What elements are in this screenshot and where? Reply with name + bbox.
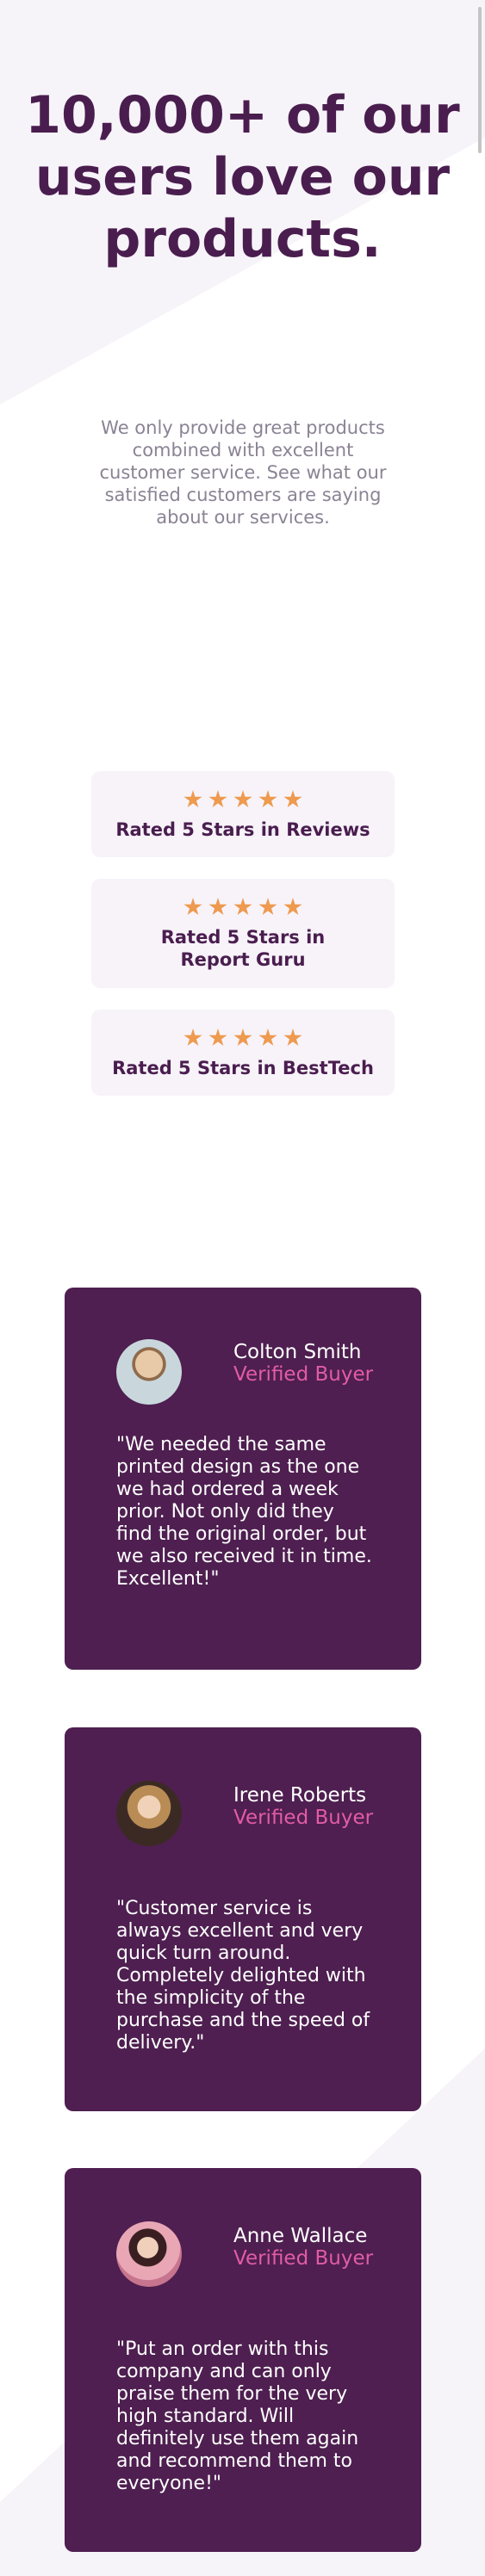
star-icon [183,790,202,808]
star-icon [208,1029,227,1047]
hero-title: 10,000+ of our users love our products. [25,85,460,269]
reviewer-name: Irene Roberts [233,1784,367,1807]
star-icon [208,790,227,808]
testimonial-card-anne-wallace: Anne Wallace Verified Buyer "Put an orde… [65,2168,421,2552]
testimonial-quote: "Put an order with this company and can … [116,2338,359,2494]
star-icon [233,790,252,808]
testimonial-card-colton-smith: Colton Smith Verified Buyer "We needed t… [65,1288,421,1670]
rating-card-reviews: Rated 5 Stars in Reviews [91,771,395,857]
testimonial-quote: "Customer service is always excellent an… [116,1898,370,2054]
star-rating [91,898,395,917]
star-rating [91,1029,395,1047]
testimonial-card-irene-roberts: Irene Roberts Verified Buyer "Customer s… [65,1727,421,2111]
rating-label: Rated 5 Stars in Report Guru [160,927,326,970]
testimonial-quote: "We needed the same printed design as th… [116,1434,372,1590]
star-icon [208,898,227,916]
rating-label: Rated 5 Stars in BestTech [112,1058,374,1078]
star-icon [233,898,252,916]
verified-buyer-label: Verified Buyer [233,2247,374,2270]
star-icon [283,790,302,808]
star-icon [258,898,277,916]
star-icon [183,898,202,916]
star-icon [258,790,277,808]
avatar [116,1781,182,1846]
star-icon [283,898,302,916]
reviewer-name: Anne Wallace [233,2225,368,2247]
avatar [116,1339,182,1405]
verified-buyer-label: Verified Buyer [233,1807,374,1829]
star-icon [258,1029,277,1047]
verified-buyer-label: Verified Buyer [233,1363,374,1386]
star-icon [233,1029,252,1047]
star-rating [91,790,395,809]
reviewer-name: Colton Smith [233,1341,362,1363]
avatar [116,2221,182,2287]
reviewer-info: Anne Wallace Verified Buyer [233,2225,397,2270]
rating-label: Rated 5 Stars in Reviews [115,819,370,840]
star-icon [283,1029,302,1047]
reviewer-info: Irene Roberts Verified Buyer [233,1784,397,1829]
reviewer-info: Colton Smith Verified Buyer [233,1341,373,1386]
scrollbar[interactable] [478,7,482,153]
star-icon [183,1029,202,1047]
rating-card-besttech: Rated 5 Stars in BestTech [91,1010,395,1096]
rating-card-report-guru: Rated 5 Stars in Report Guru [91,879,395,988]
hero-subtitle: We only provide great products combined … [99,417,387,528]
